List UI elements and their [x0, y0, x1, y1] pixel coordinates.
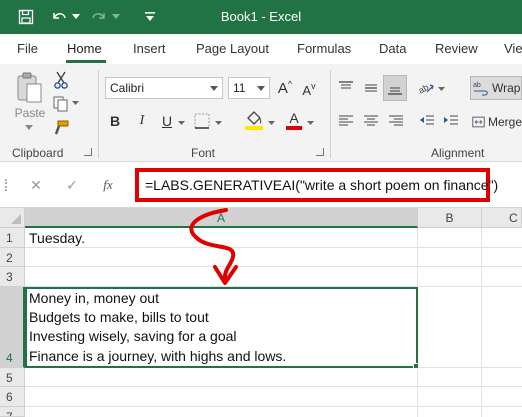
annotation-arrow: [189, 208, 238, 285]
